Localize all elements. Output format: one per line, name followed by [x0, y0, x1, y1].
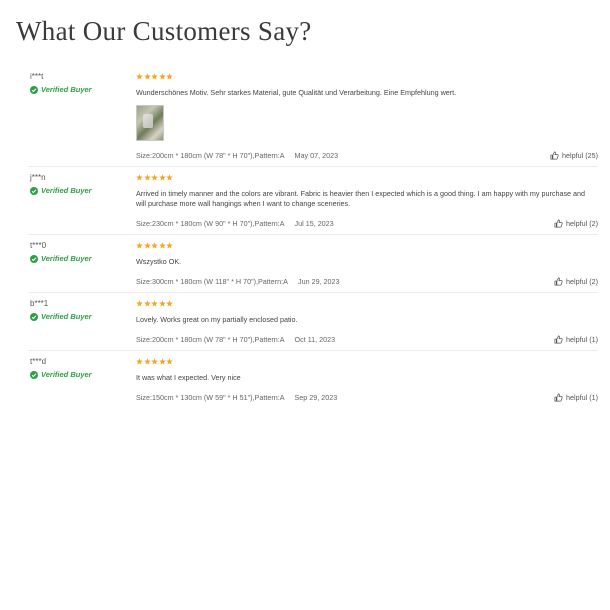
- star-icon: [151, 300, 158, 307]
- star-icon: [151, 358, 158, 365]
- review-item: j***n Verified Buyer Arrived in timely m…: [28, 167, 598, 235]
- star-rating: [136, 242, 598, 251]
- reviewer-name: t***d: [30, 357, 47, 366]
- check-circle-icon: [30, 312, 38, 321]
- star-icon: [158, 300, 166, 307]
- review-meta: Size:200cm * 180cm (W 78" * H 70"),Patte…: [136, 335, 598, 344]
- review-text: Lovely. Works great on my partially encl…: [136, 315, 298, 324]
- reviewer-info: i***t Verified Buyer: [30, 72, 130, 94]
- review-text: Arrived in timely manner and the colors …: [136, 189, 586, 208]
- star-icon: [166, 242, 173, 249]
- verified-badge: Verified Buyer: [30, 85, 130, 94]
- star-icon: [136, 73, 143, 80]
- review-date: Jun 29, 2023: [297, 277, 340, 286]
- review-item: t***d Verified Buyer It was what I expec…: [28, 351, 598, 408]
- reviewer-name: t***0: [30, 241, 47, 250]
- star-rating: [136, 174, 598, 183]
- star-icon: [151, 73, 158, 80]
- helpful-count: helpful (2): [566, 219, 598, 228]
- star-icon: [143, 242, 151, 249]
- star-icon: [136, 300, 143, 307]
- page-title: What Our Customers Say?: [16, 16, 312, 46]
- review-item: b***1 Verified Buyer Lovely. Works great…: [28, 293, 598, 351]
- verified-label: Verified Buyer: [41, 254, 92, 263]
- star-icon: [158, 174, 166, 181]
- reviewer-info: b***1 Verified Buyer: [30, 299, 130, 321]
- star-icon: [166, 300, 173, 307]
- star-icon: [158, 358, 166, 365]
- helpful-button[interactable]: helpful (25): [550, 151, 598, 160]
- reviewer-name: b***1: [30, 299, 49, 308]
- helpful-count: helpful (1): [566, 335, 598, 344]
- size-info: Size:200cm * 180cm (W 78" * H 70"),Patte…: [136, 335, 285, 344]
- review-date: Jul 15, 2023: [294, 219, 334, 228]
- review-text: It was what I expected. Very nice: [136, 373, 241, 382]
- star-rating: [136, 73, 598, 82]
- helpful-count: helpful (2): [566, 277, 598, 286]
- size-info: Size:230cm * 180cm (W 90" * H 70"),Patte…: [136, 219, 285, 228]
- star-rating: [136, 300, 598, 309]
- verified-badge: Verified Buyer: [30, 312, 130, 321]
- reviewer-name: i***t: [30, 72, 44, 81]
- review-meta: Size:230cm * 180cm (W 90" * H 70"),Patte…: [136, 219, 598, 228]
- check-circle-icon: [30, 254, 38, 263]
- helpful-button[interactable]: helpful (2): [554, 277, 598, 286]
- star-icon: [136, 242, 143, 249]
- check-circle-icon: [30, 370, 38, 379]
- star-icon: [143, 73, 151, 80]
- review-date: Sep 29, 2023: [294, 393, 338, 402]
- thumbs-up-icon: [554, 219, 563, 228]
- verified-label: Verified Buyer: [41, 85, 92, 94]
- check-circle-icon: [30, 85, 38, 94]
- size-info: Size:300cm * 180cm (W 118" * H 70"),Patt…: [136, 277, 288, 286]
- review-meta: Size:150cm * 130cm (W 59" * H 51"),Patte…: [136, 393, 598, 402]
- review-photo-thumbnail[interactable]: [136, 105, 164, 141]
- check-circle-icon: [30, 186, 38, 195]
- thumbs-up-icon: [554, 393, 563, 402]
- star-icon: [151, 174, 158, 181]
- helpful-button[interactable]: helpful (1): [554, 393, 598, 402]
- star-icon: [136, 358, 143, 365]
- review-meta: Size:300cm * 180cm (W 118" * H 70"),Patt…: [136, 277, 598, 286]
- verified-label: Verified Buyer: [41, 312, 92, 321]
- star-icon: [143, 358, 151, 365]
- verified-badge: Verified Buyer: [30, 370, 130, 379]
- review-list: i***t Verified Buyer Wunderschönes Motiv…: [0, 66, 610, 408]
- review-date: May 07, 2023: [294, 151, 339, 160]
- reviewer-info: t***d Verified Buyer: [30, 357, 130, 379]
- size-info: Size:200cm * 180cm (W 78" * H 70"),Patte…: [136, 151, 285, 160]
- reviewer-info: t***0 Verified Buyer: [30, 241, 130, 263]
- star-icon: [136, 174, 143, 181]
- star-icon: [158, 242, 166, 249]
- star-icon: [143, 300, 151, 307]
- verified-label: Verified Buyer: [41, 370, 92, 379]
- review-text: Wunderschönes Motiv. Sehr starkes Materi…: [136, 88, 457, 97]
- helpful-count: helpful (25): [562, 151, 598, 160]
- thumbs-up-icon: [554, 335, 563, 344]
- star-icon: [143, 174, 151, 181]
- thumbs-up-icon: [550, 151, 559, 160]
- verified-label: Verified Buyer: [41, 186, 92, 195]
- verified-badge: Verified Buyer: [30, 254, 130, 263]
- star-icon: [166, 174, 173, 181]
- review-item: t***0 Verified Buyer Wszystko OK. Size:3…: [28, 235, 598, 293]
- helpful-button[interactable]: helpful (2): [554, 219, 598, 228]
- verified-badge: Verified Buyer: [30, 186, 130, 195]
- review-meta: Size:200cm * 180cm (W 78" * H 70"),Patte…: [136, 151, 598, 160]
- reviewer-info: j***n Verified Buyer: [30, 173, 130, 195]
- review-item: i***t Verified Buyer Wunderschönes Motiv…: [28, 66, 598, 167]
- review-text: Wszystko OK.: [136, 257, 182, 266]
- star-icon: [166, 358, 173, 365]
- helpful-button[interactable]: helpful (1): [554, 335, 598, 344]
- helpful-count: helpful (1): [566, 393, 598, 402]
- thumbs-up-icon: [554, 277, 563, 286]
- star-rating: [136, 358, 598, 367]
- review-date: Oct 11, 2023: [294, 335, 336, 344]
- star-icon: [151, 242, 158, 249]
- reviewer-name: j***n: [30, 173, 46, 182]
- size-info: Size:150cm * 130cm (W 59" * H 51"),Patte…: [136, 393, 285, 402]
- star-icon: [166, 73, 173, 80]
- star-icon: [158, 73, 166, 80]
